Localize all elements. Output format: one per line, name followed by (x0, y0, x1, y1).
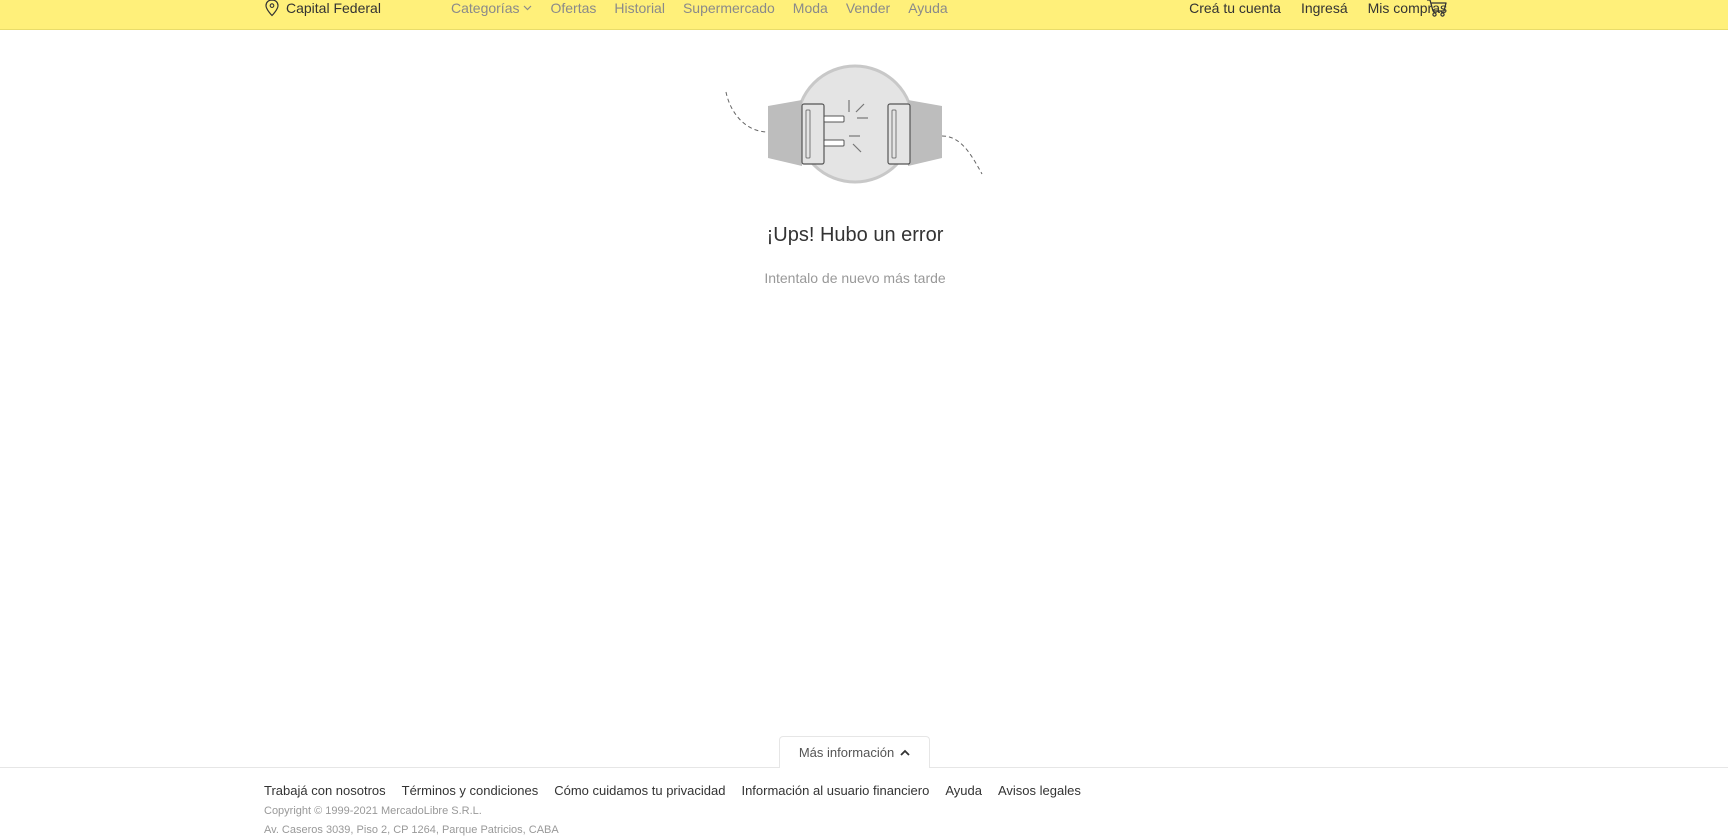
footer-link-trabaja[interactable]: Trabajá con nosotros (264, 783, 386, 798)
footer-link-avisos[interactable]: Avisos legales (998, 783, 1081, 798)
nav-ayuda[interactable]: Ayuda (908, 0, 947, 16)
more-info-label: Más información (798, 745, 895, 760)
footer-link-info-financiero[interactable]: Información al usuario financiero (741, 783, 929, 798)
footer-link-terminos[interactable]: Términos y condiciones (402, 783, 539, 798)
disconnected-plug-icon (725, 64, 983, 184)
login-link[interactable]: Ingresá (1301, 0, 1348, 16)
top-header: Capital Federal Categorías Ofertas Histo… (0, 0, 1728, 30)
nav-supermercado[interactable]: Supermercado (683, 0, 775, 16)
main-nav: Categorías Ofertas Historial Supermercad… (451, 0, 966, 18)
chevron-down-icon (524, 5, 532, 11)
nav-ofertas[interactable]: Ofertas (550, 0, 596, 16)
chevron-up-icon (900, 749, 910, 756)
nav-vender[interactable]: Vender (846, 0, 890, 16)
disconnected-plug-illustration (720, 62, 990, 192)
more-info-button[interactable]: Más información (779, 736, 930, 768)
copyright-text: Copyright © 1999-2021 MercadoLibre S.R.L… (264, 805, 482, 817)
address-text: Av. Caseros 3039, Piso 2, CP 1264, Parqu… (264, 824, 559, 836)
error-title: ¡Ups! Hubo un error (766, 224, 944, 246)
nav-historial[interactable]: Historial (614, 0, 665, 16)
cart-icon (1427, 0, 1447, 17)
nav-moda[interactable]: Moda (793, 0, 828, 16)
location-label: Capital Federal (286, 0, 381, 16)
footer-link-privacidad[interactable]: Cómo cuidamos tu privacidad (554, 783, 725, 798)
error-subtitle: Intentalo de nuevo más tarde (764, 270, 946, 286)
location-pin-icon (265, 0, 279, 17)
nav-categories[interactable]: Categorías (451, 0, 532, 16)
nav-categories-label: Categorías (451, 0, 520, 16)
footer-link-ayuda[interactable]: Ayuda (945, 783, 982, 798)
account-links: Creá tu cuenta Ingresá Mis compras (1169, 0, 1447, 18)
cart-button[interactable] (1426, 0, 1448, 23)
create-account-link[interactable]: Creá tu cuenta (1189, 0, 1281, 16)
location-selector[interactable]: Capital Federal (264, 0, 381, 18)
footer-links: Trabajá con nosotros Términos y condicio… (264, 783, 1097, 798)
